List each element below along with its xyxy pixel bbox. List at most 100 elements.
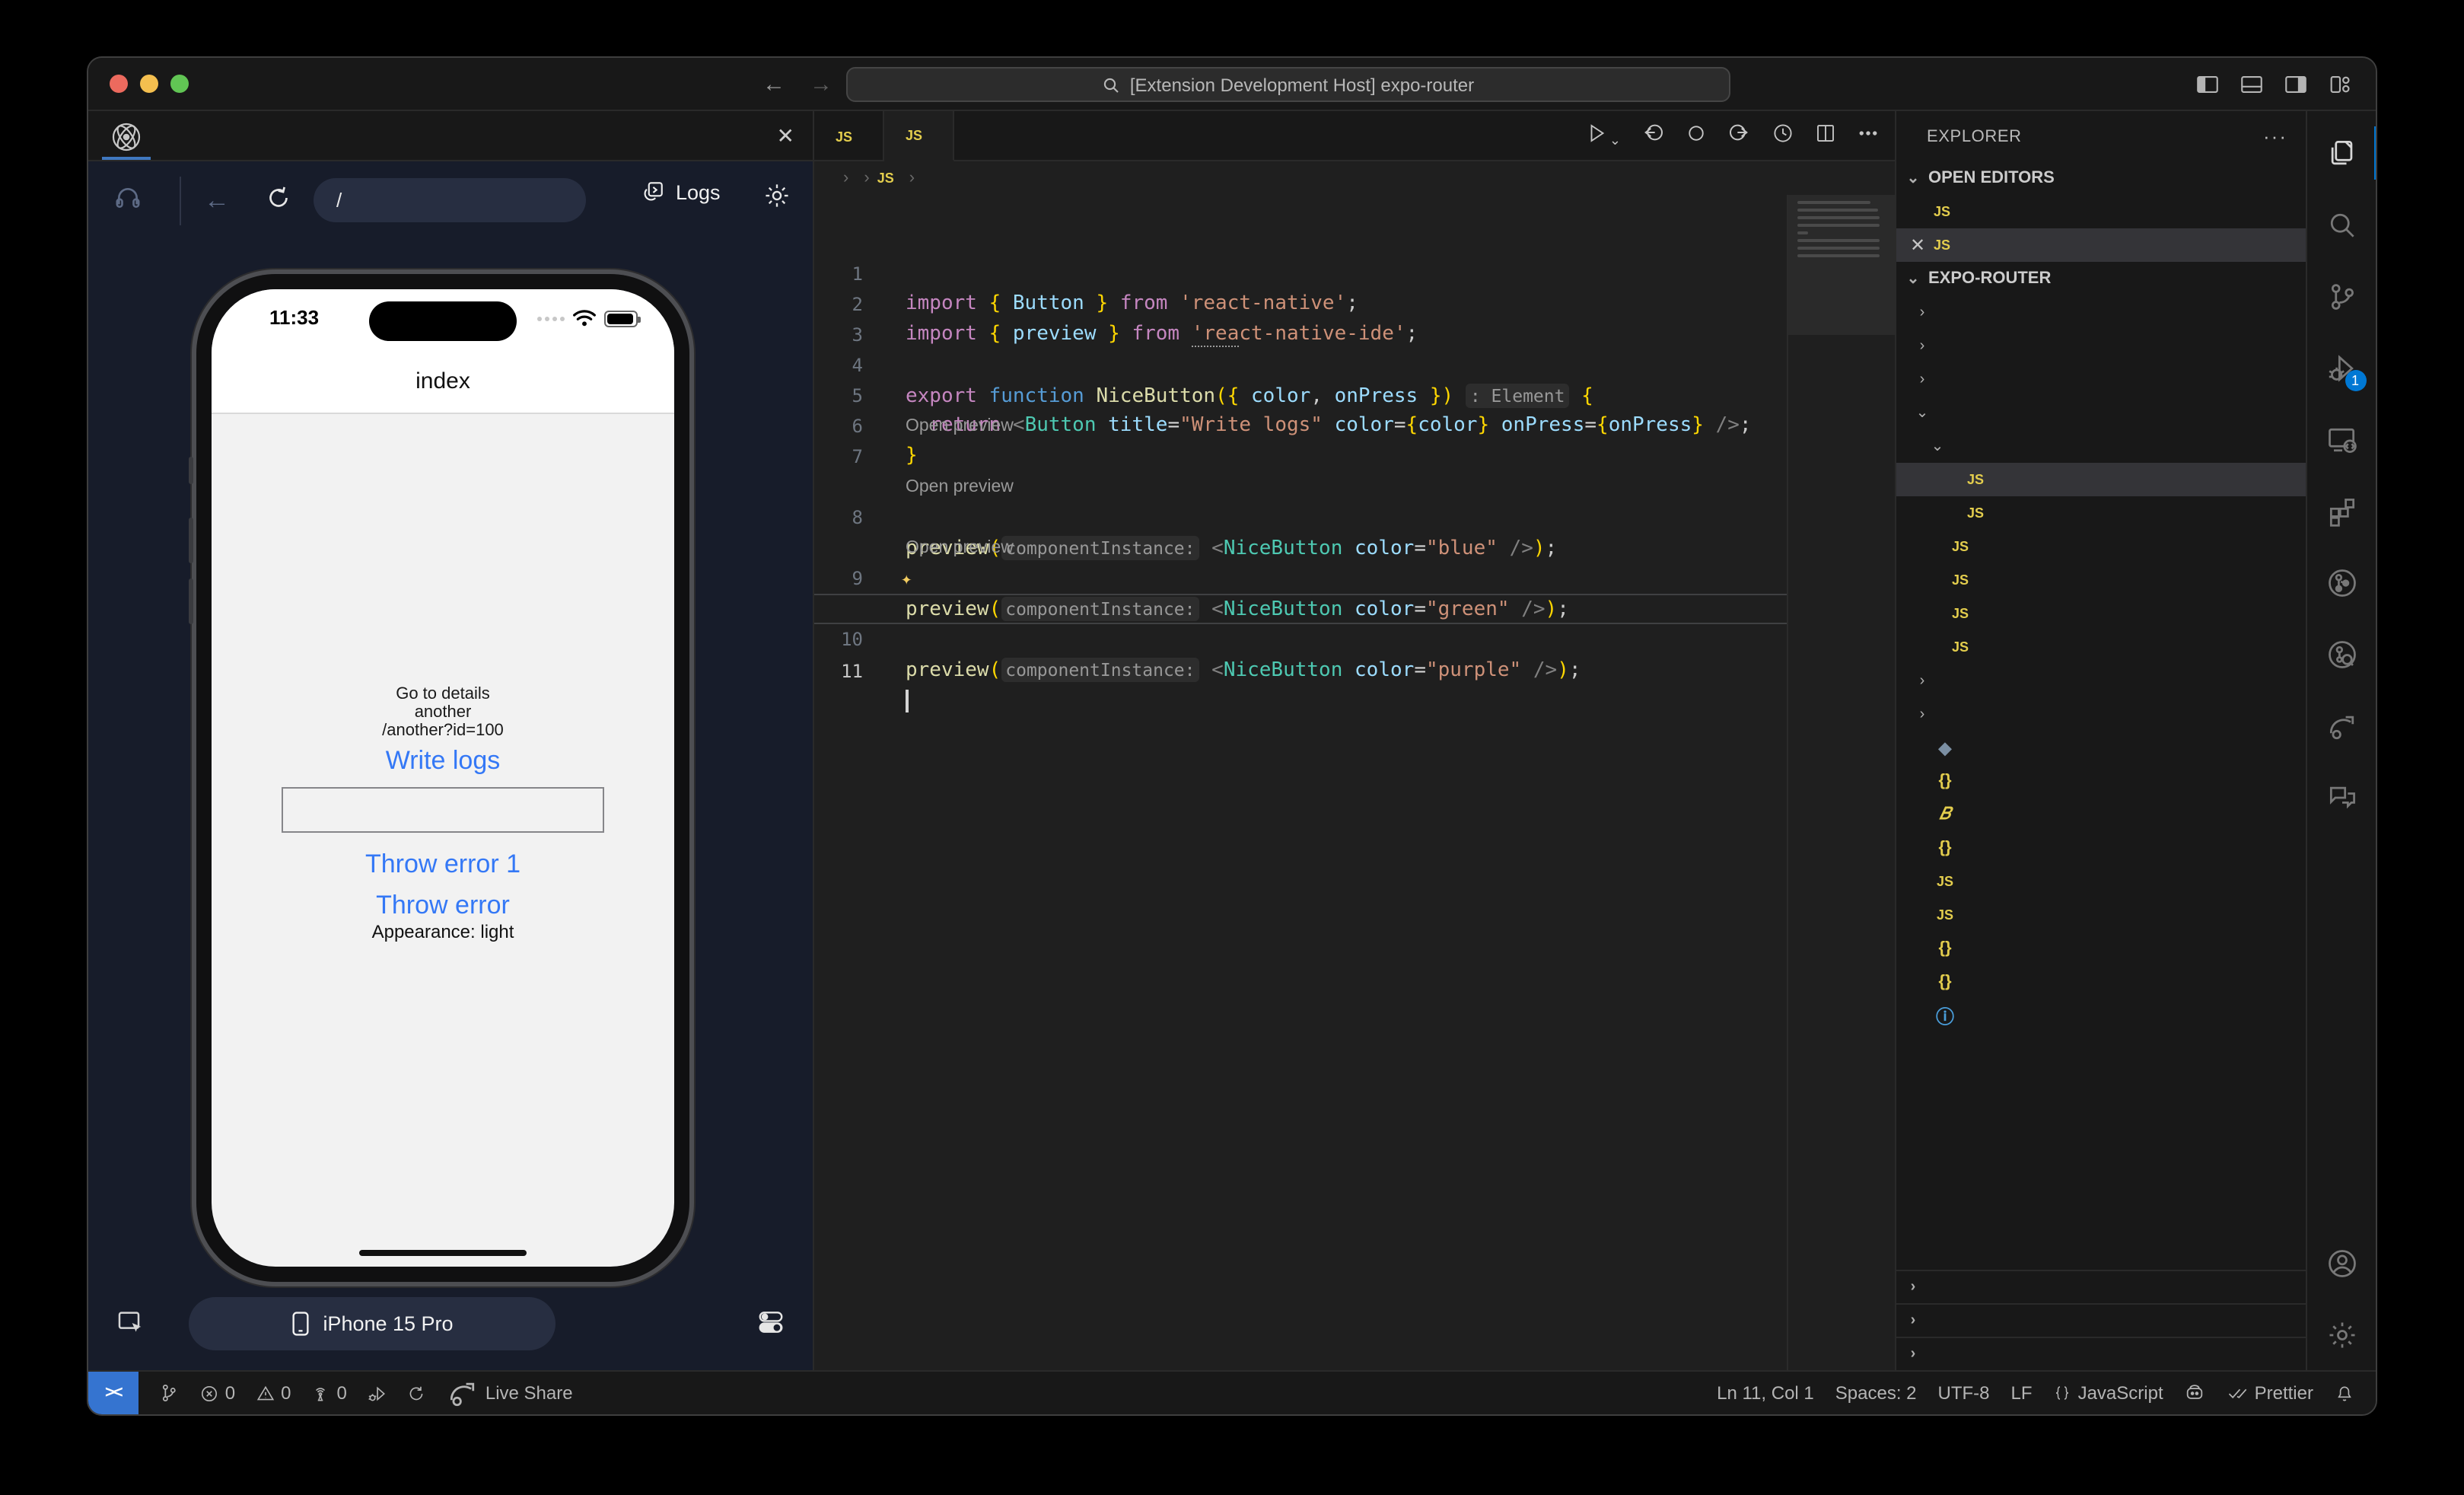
run-dropdown-icon[interactable]: ⌄ — [1587, 121, 1621, 151]
tree-item-.gitignore[interactable]: ◆ — [1896, 731, 2306, 764]
tree-item-ios[interactable]: › — [1896, 664, 2306, 697]
close-window-button[interactable] — [110, 75, 128, 93]
section-outline[interactable]: › — [1896, 1270, 2306, 1303]
explorer-icon[interactable] — [2306, 117, 2376, 189]
route-url-input[interactable]: / — [314, 178, 586, 222]
device-select-button[interactable]: iPhone 15 Pro — [189, 1297, 556, 1350]
code-line-2[interactable]: 2 import { preview } from 'react-native-… — [814, 228, 1787, 259]
status-sync-icon[interactable] — [406, 1383, 426, 1403]
status-live-share-icon[interactable]: Live Share — [446, 1376, 573, 1410]
nav-circle-icon[interactable] — [1685, 121, 1708, 151]
remote-indicator[interactable]: >< — [88, 1372, 138, 1414]
code-line-5[interactable]: 5 return <Button title="Write logs" colo… — [814, 320, 1787, 350]
code-line-3[interactable]: 3 — [814, 259, 1787, 289]
breadcrumb[interactable]: ››JS› — [814, 161, 1895, 195]
tree-item-package.json[interactable]: {} — [1896, 965, 2306, 999]
another-id-link[interactable]: /another?id=100 — [212, 722, 674, 740]
write-logs-button[interactable]: Write logs — [212, 746, 674, 776]
tree-item-babel.config.js[interactable]: 𝐵 — [1896, 798, 2306, 831]
layout-panel-icon[interactable] — [2239, 72, 2265, 97]
status-radio-tower-icon[interactable]: 0 — [310, 1382, 346, 1404]
status-lf[interactable]: LF — [2011, 1382, 2033, 1404]
throw-error-button[interactable]: Throw error — [212, 891, 674, 921]
radon-ide-tab-icon[interactable] — [108, 119, 145, 155]
tree-item-another.js[interactable]: JS — [1896, 563, 2306, 597]
gitlens-icon[interactable] — [2306, 618, 2376, 690]
open-editor-index.js[interactable]: JS — [1896, 195, 2306, 228]
tree-item-NiceButton.js[interactable]: JS — [1896, 463, 2306, 496]
tree-item-components[interactable]: ⌄ — [1896, 429, 2306, 463]
tab-NiceButton.js[interactable]: JS — [884, 111, 954, 161]
codelens-open-preview[interactable]: Open preview — [814, 472, 1787, 502]
quick-fix-sparkle-icon[interactable]: ✦ — [901, 563, 912, 594]
tree-item-README.md[interactable]: ⓘ — [1896, 999, 2306, 1032]
layout-customize-icon[interactable] — [2327, 72, 2353, 97]
tree-item-index.js[interactable]: JS — [1896, 630, 2306, 664]
tree-item-_layout.js[interactable]: JS — [1896, 530, 2306, 563]
source-control-icon[interactable] — [2306, 260, 2376, 332]
device-settings-toggles-icon[interactable] — [756, 1308, 785, 1344]
status-utf-8[interactable]: UTF-8 — [1938, 1382, 1990, 1404]
code-line-8[interactable]: 8 preview(componentInstance: <NiceButton… — [814, 441, 1787, 472]
phone-screen[interactable]: 11:33 index Go to details another /anoth… — [212, 289, 674, 1267]
status-bell-icon[interactable] — [2335, 1383, 2354, 1403]
command-center-search[interactable]: [Extension Development Host] expo-router — [846, 67, 1730, 102]
commit-graph-icon[interactable] — [2306, 547, 2376, 618]
remote-explorer-icon[interactable] — [2306, 403, 2376, 475]
tree-item-app.json[interactable]: {} — [1896, 764, 2306, 798]
status-scm-graph-icon[interactable] — [158, 1382, 180, 1404]
tree-item-package-lock.json[interactable]: {} — [1896, 932, 2306, 965]
close-icon[interactable]: ✕ — [1905, 234, 1930, 256]
minimap[interactable] — [1787, 195, 1895, 1370]
code-line-9[interactable]: 9 preview(componentInstance: <NiceButton… — [814, 502, 1787, 533]
tab-index.js[interactable]: JS — [814, 111, 884, 161]
nav-back-circle-icon[interactable] — [1641, 120, 1665, 152]
extensions-icon[interactable] — [2306, 475, 2376, 547]
section-npm-scripts[interactable]: › — [1896, 1337, 2306, 1370]
project-section-header[interactable]: ⌄ EXPO-ROUTER — [1896, 262, 2306, 295]
account-icon[interactable] — [2306, 1227, 2376, 1299]
nav-forward-circle-icon[interactable] — [1727, 120, 1752, 152]
tree-item-.vscode[interactable]: › — [1896, 329, 2306, 362]
layout-sidebar-right-icon[interactable] — [2283, 72, 2309, 97]
touch-pointer-icon[interactable] — [116, 1308, 146, 1346]
codelens-open-preview[interactable]: Open preview — [814, 533, 1787, 563]
status-warning-icon[interactable]: 0 — [255, 1382, 291, 1404]
status-error-icon[interactable]: 0 — [199, 1382, 235, 1404]
code-line-4[interactable]: 4 export function NiceButton({ color, on… — [814, 289, 1787, 320]
code-line-1[interactable]: 1 import { Button } from 'react-native'; — [814, 198, 1787, 228]
code-editor[interactable]: 1 import { Button } from 'react-native';… — [814, 195, 1895, 1370]
status-copilot-icon[interactable] — [2185, 1382, 2206, 1404]
open-editor-NiceButton.js[interactable]: ✕ JS — [1896, 228, 2306, 262]
simulator-settings-gear-icon[interactable] — [762, 181, 791, 218]
minimize-window-button[interactable] — [140, 75, 158, 93]
status-double-check-icon[interactable]: Prettier — [2227, 1382, 2313, 1404]
explorer-more-actions-icon[interactable]: ··· — [2263, 125, 2287, 148]
tree-item-app[interactable]: ⌄ — [1896, 396, 2306, 429]
code-line-7[interactable]: 7 — [814, 381, 1787, 411]
status-braces-icon[interactable]: JavaScript — [2054, 1382, 2163, 1404]
tree-item-UglyButton.js[interactable]: JS — [1896, 496, 2306, 530]
codelens-open-preview[interactable]: Open preview — [814, 411, 1787, 441]
run-debug-icon[interactable]: 1 — [2306, 332, 2376, 403]
status-debug-icon[interactable] — [367, 1383, 387, 1403]
tree-item-index.js[interactable]: JS — [1896, 865, 2306, 898]
search-icon[interactable] — [2306, 189, 2376, 260]
history-icon[interactable] — [1772, 121, 1794, 151]
inspect-element-icon[interactable] — [113, 182, 143, 220]
tree-item-eas.json[interactable]: {} — [1896, 831, 2306, 865]
logs-button[interactable]: Logs — [639, 180, 721, 206]
section-timeline[interactable]: › — [1896, 1303, 2306, 1337]
throw-error-1-button[interactable]: Throw error 1 — [212, 850, 674, 880]
tree-item-android[interactable]: › — [1896, 362, 2306, 396]
code-line-10[interactable]: ✦ 10 preview(componentInstance: <NiceBut… — [814, 563, 1787, 594]
status-spaces-2[interactable]: Spaces: 2 — [1835, 1382, 1917, 1404]
status-ln-11-col-1[interactable]: Ln 11, Col 1 — [1717, 1382, 1814, 1404]
split-editor-icon[interactable] — [1814, 121, 1837, 151]
code-line-11[interactable]: 11 — [814, 594, 1787, 624]
code-line-6[interactable]: 6 } — [814, 350, 1787, 381]
navigate-back-icon[interactable]: ← — [204, 186, 230, 216]
live-share-icon[interactable] — [2306, 690, 2376, 761]
settings-gear-icon[interactable] — [2306, 1299, 2376, 1370]
history-forward-icon[interactable]: → — [810, 72, 832, 97]
